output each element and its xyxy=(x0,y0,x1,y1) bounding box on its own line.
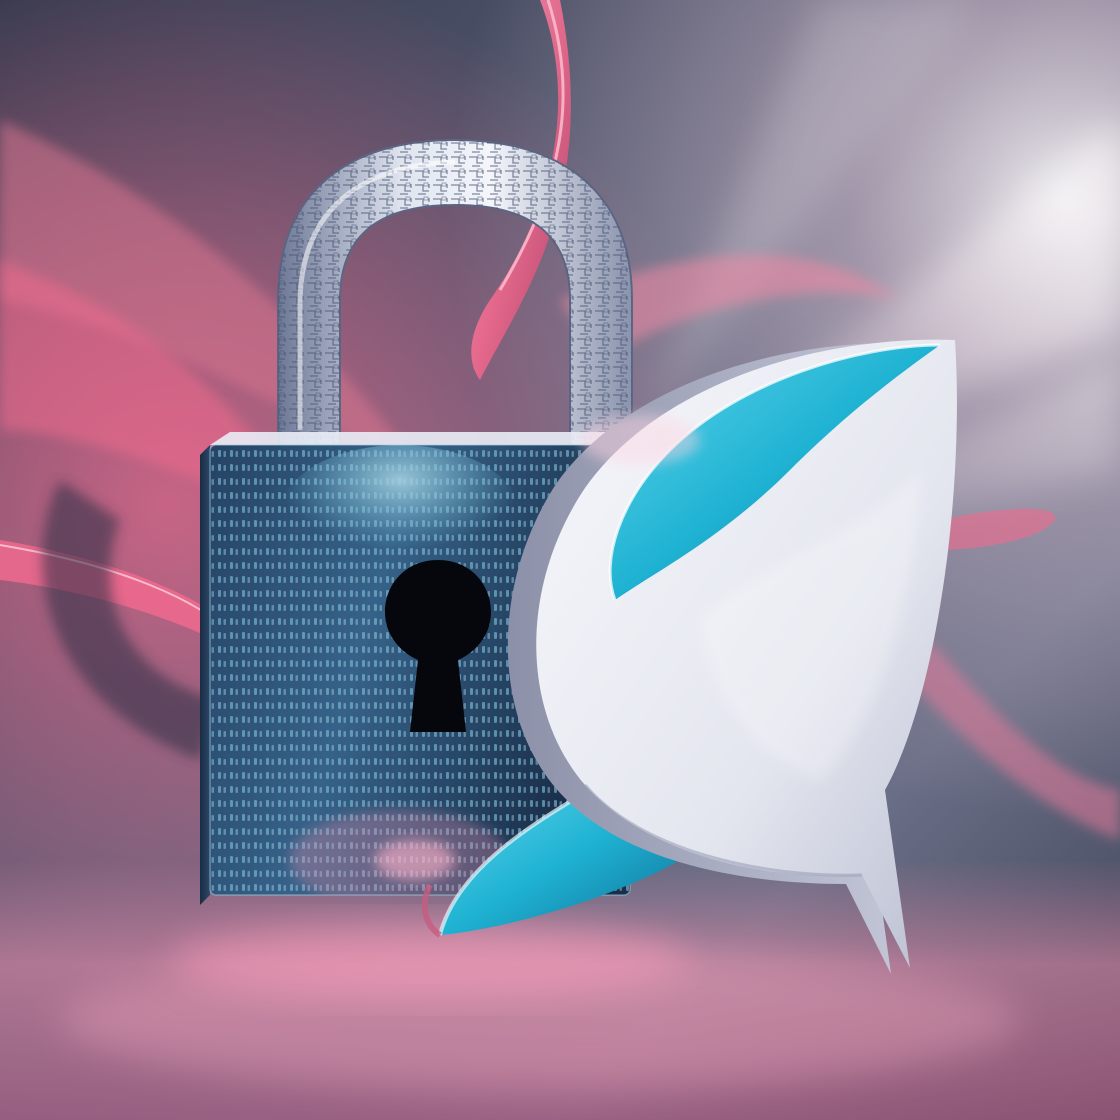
padlock-side xyxy=(200,445,210,905)
illustration-scene xyxy=(0,0,1120,1120)
illustration-canvas xyxy=(0,0,1120,1120)
